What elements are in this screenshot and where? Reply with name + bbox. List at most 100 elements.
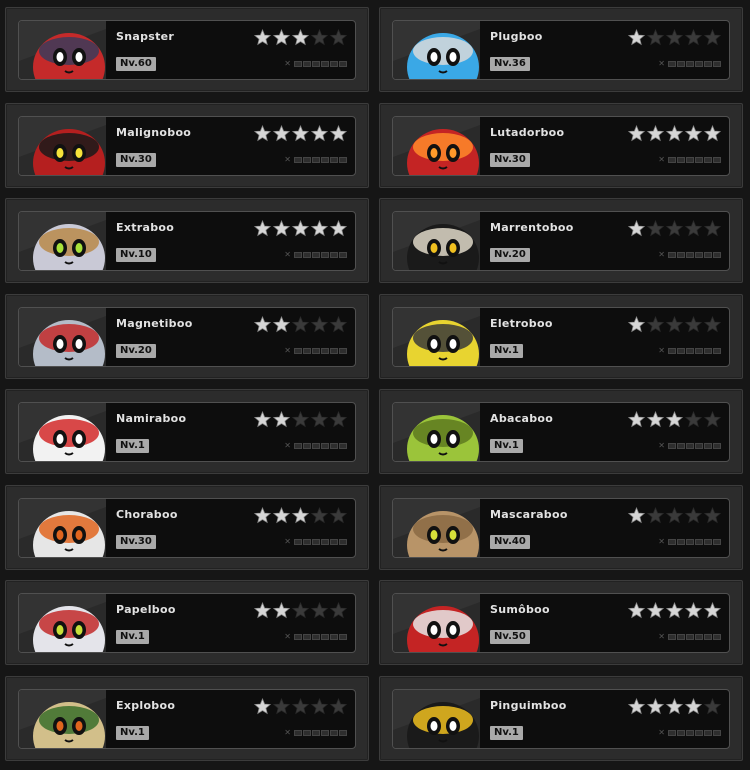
code-slot xyxy=(668,729,676,736)
code-slots xyxy=(668,156,721,163)
character-card[interactable]: Mascaraboo Nv.40 ✕ xyxy=(379,484,743,570)
character-level-badge: Nv.40 xyxy=(490,534,530,549)
code-slot xyxy=(294,61,302,67)
star-empty-icon xyxy=(330,315,347,332)
character-name: Extraboo xyxy=(116,221,175,234)
code-slot xyxy=(713,729,721,736)
code-slot xyxy=(677,538,685,545)
star-filled-icon xyxy=(273,411,290,428)
code-slot xyxy=(303,156,311,163)
code-slot xyxy=(330,634,338,640)
character-card[interactable]: Sumôboo Nv.50 ✕ xyxy=(379,580,743,665)
code-slot xyxy=(330,443,338,449)
code-slot xyxy=(713,252,721,258)
character-level-badge: Nv.1 xyxy=(490,439,523,453)
code-slot xyxy=(686,538,694,545)
star-filled-icon xyxy=(273,506,290,523)
star-filled-icon xyxy=(330,220,347,237)
code-slots xyxy=(668,729,721,736)
star-filled-icon xyxy=(254,697,271,714)
character-card[interactable]: Plugboo Nv.36 ✕ xyxy=(379,7,743,92)
star-filled-icon xyxy=(628,506,645,523)
locked-code-indicator: ✕ xyxy=(658,346,721,355)
star-rating xyxy=(628,124,721,142)
character-card-panel: Malignoboo Nv.30 ✕ xyxy=(18,115,356,176)
star-filled-icon xyxy=(647,411,664,428)
code-slot xyxy=(321,61,329,67)
character-portrait xyxy=(19,212,106,270)
character-card[interactable]: Lutadorboo Nv.30 ✕ xyxy=(379,102,743,188)
star-filled-icon xyxy=(254,602,271,619)
character-card-panel: Namiraboo Nv.1 ✕ xyxy=(18,402,356,462)
star-filled-icon xyxy=(273,602,290,619)
character-card[interactable]: Extraboo Nv.10 ✕ xyxy=(5,198,369,283)
character-card[interactable]: Malignoboo Nv.30 ✕ xyxy=(5,102,369,188)
character-portrait xyxy=(19,307,106,366)
locked-code-indicator: ✕ xyxy=(284,345,347,355)
code-slots xyxy=(668,538,721,545)
code-slot xyxy=(303,729,311,736)
character-portrait xyxy=(393,594,480,652)
character-card[interactable]: Abacaboo Nv.1 ✕ xyxy=(379,389,743,474)
code-slot xyxy=(677,443,685,449)
star-empty-icon xyxy=(647,29,664,46)
star-filled-icon xyxy=(628,602,645,619)
code-slot xyxy=(686,729,694,736)
star-filled-icon xyxy=(628,124,645,141)
star-filled-icon xyxy=(292,124,309,141)
character-card-panel: Papelboo Nv.1 ✕ xyxy=(18,593,356,653)
character-card[interactable]: Papelboo Nv.1 ✕ xyxy=(5,580,369,665)
character-card[interactable]: Exploboo Nv.1 ✕ xyxy=(5,675,369,761)
character-card-panel: Magnetiboo Nv.20 ✕ xyxy=(18,306,356,367)
code-slot xyxy=(339,634,347,640)
character-card[interactable]: Marrentoboo Nv.20 ✕ xyxy=(379,198,743,283)
character-card[interactable]: Pinguimboo Nv.1 ✕ xyxy=(379,675,743,761)
code-slot xyxy=(677,347,685,354)
character-name: Sumôboo xyxy=(490,603,550,616)
character-portrait xyxy=(393,689,480,748)
locked-code-indicator: ✕ xyxy=(284,442,347,450)
star-empty-icon xyxy=(704,411,721,428)
code-slot xyxy=(668,538,676,545)
code-slot xyxy=(303,252,311,258)
star-rating xyxy=(628,411,721,428)
locked-code-indicator: ✕ xyxy=(284,633,347,641)
code-slot xyxy=(704,252,712,258)
star-rating xyxy=(254,411,347,428)
character-card-panel: Choraboo Nv.30 ✕ xyxy=(18,497,356,558)
star-filled-icon xyxy=(273,220,290,237)
star-filled-icon xyxy=(685,602,702,619)
character-card[interactable]: Magnetiboo Nv.20 ✕ xyxy=(5,293,369,379)
character-card[interactable]: Eletroboo Nv.1 ✕ xyxy=(379,293,743,379)
locked-code-indicator: ✕ xyxy=(284,537,347,546)
character-card[interactable]: Choraboo Nv.30 ✕ xyxy=(5,484,369,570)
code-slot xyxy=(339,538,347,545)
code-slot xyxy=(704,729,712,736)
code-slots xyxy=(294,252,347,258)
star-rating xyxy=(628,506,721,524)
character-card-panel: Sumôboo Nv.50 ✕ xyxy=(392,593,730,653)
star-filled-icon xyxy=(273,29,290,46)
character-name: Pinguimboo xyxy=(490,698,567,712)
code-slot xyxy=(312,634,320,640)
code-slot xyxy=(339,443,347,449)
locked-code-indicator: ✕ xyxy=(284,155,347,164)
character-name: Mascaraboo xyxy=(490,507,568,521)
lock-icon: ✕ xyxy=(284,345,291,355)
character-name: Choraboo xyxy=(116,507,178,521)
character-card-panel: Extraboo Nv.10 ✕ xyxy=(18,211,356,271)
code-slot xyxy=(704,347,712,354)
code-slot xyxy=(312,61,320,67)
code-slot xyxy=(668,634,676,640)
code-slot xyxy=(668,443,676,449)
character-portrait xyxy=(393,498,480,557)
character-portrait xyxy=(19,116,106,175)
code-slot xyxy=(330,61,338,67)
code-slot xyxy=(713,61,721,67)
character-card[interactable]: Namiraboo Nv.1 ✕ xyxy=(5,389,369,474)
character-card[interactable]: Snapster Nv.60 ✕ xyxy=(5,7,369,92)
code-slot xyxy=(668,347,676,354)
star-empty-icon xyxy=(330,697,347,714)
lock-icon: ✕ xyxy=(658,441,665,450)
code-slot xyxy=(704,443,712,449)
